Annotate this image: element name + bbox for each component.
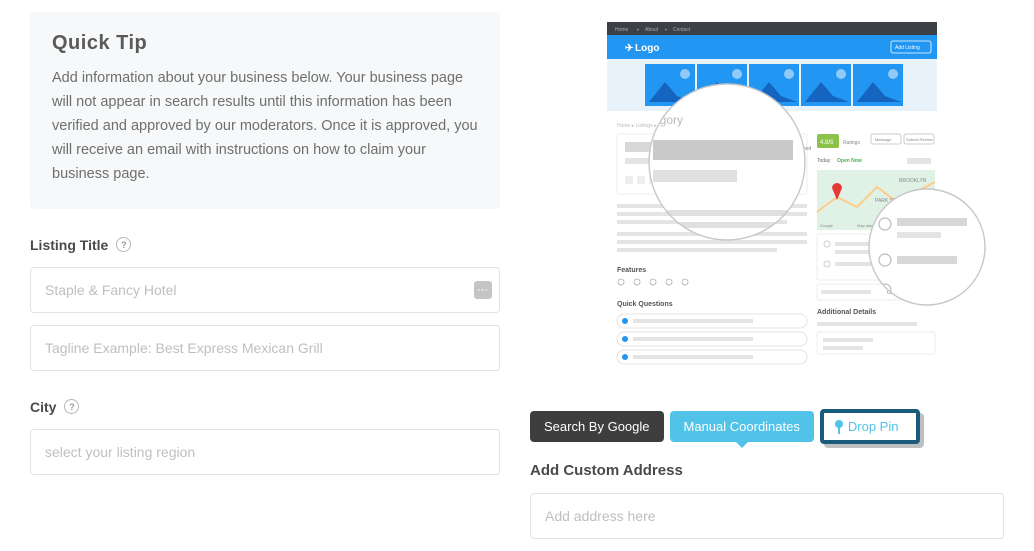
svg-text:Submit Review: Submit Review bbox=[906, 137, 933, 142]
tab-manual-coordinates[interactable]: Manual Coordinates bbox=[670, 411, 814, 442]
svg-text:Ratings: Ratings bbox=[843, 140, 860, 146]
tab-search-by-google[interactable]: Search By Google bbox=[530, 411, 664, 442]
svg-text:About: About bbox=[645, 27, 659, 33]
city-label-text: City bbox=[30, 399, 56, 415]
svg-text:Features: Features bbox=[617, 267, 646, 274]
svg-text:Open Now: Open Now bbox=[837, 158, 862, 164]
custom-address-input[interactable] bbox=[530, 493, 1004, 539]
pin-icon bbox=[834, 420, 844, 434]
svg-text:Logo: Logo bbox=[635, 43, 659, 54]
quick-tip-body: Add information about your business belo… bbox=[52, 67, 478, 187]
location-tabs: Search By Google Manual Coordinates Drop… bbox=[530, 409, 1004, 444]
svg-text:Add Listing: Add Listing bbox=[895, 45, 920, 51]
svg-text:BROOKLYN: BROOKLYN bbox=[899, 178, 927, 184]
tab-drop-pin-label: Drop Pin bbox=[848, 419, 899, 434]
listing-title-label: Listing Title ? bbox=[30, 237, 500, 253]
svg-text:Quick Questions: Quick Questions bbox=[617, 301, 673, 308]
svg-text:Google: Google bbox=[820, 223, 834, 228]
help-icon[interactable]: ? bbox=[64, 399, 79, 414]
svg-text:Additional Details: Additional Details bbox=[817, 309, 876, 316]
listing-preview-illustration: Home ▸ About ▸ Contact ✈ Logo Add Listin… bbox=[530, 22, 1004, 387]
city-group: City ? bbox=[30, 399, 500, 475]
svg-text:Home: Home bbox=[615, 27, 629, 33]
help-icon[interactable]: ? bbox=[116, 237, 131, 252]
quick-tip-box: Quick Tip Add information about your bus… bbox=[30, 12, 500, 209]
listing-title-input[interactable] bbox=[30, 267, 500, 313]
svg-text:Contact: Contact bbox=[673, 27, 691, 33]
tagline-input[interactable] bbox=[30, 325, 500, 371]
svg-text:Today: Today bbox=[817, 158, 831, 164]
ellipsis-icon[interactable]: ⋯ bbox=[474, 281, 492, 299]
svg-text:Message: Message bbox=[875, 137, 892, 142]
city-label: City ? bbox=[30, 399, 500, 415]
custom-address-label: Add Custom Address bbox=[530, 462, 1004, 479]
tab-drop-pin[interactable]: Drop Pin bbox=[820, 409, 921, 444]
quick-tip-title: Quick Tip bbox=[52, 32, 478, 55]
listing-title-group: Listing Title ? ⋯ bbox=[30, 237, 500, 371]
listing-title-label-text: Listing Title bbox=[30, 237, 108, 253]
svg-text:✈: ✈ bbox=[625, 43, 634, 54]
city-input[interactable] bbox=[30, 429, 500, 475]
svg-text:4.8/5: 4.8/5 bbox=[820, 140, 834, 146]
